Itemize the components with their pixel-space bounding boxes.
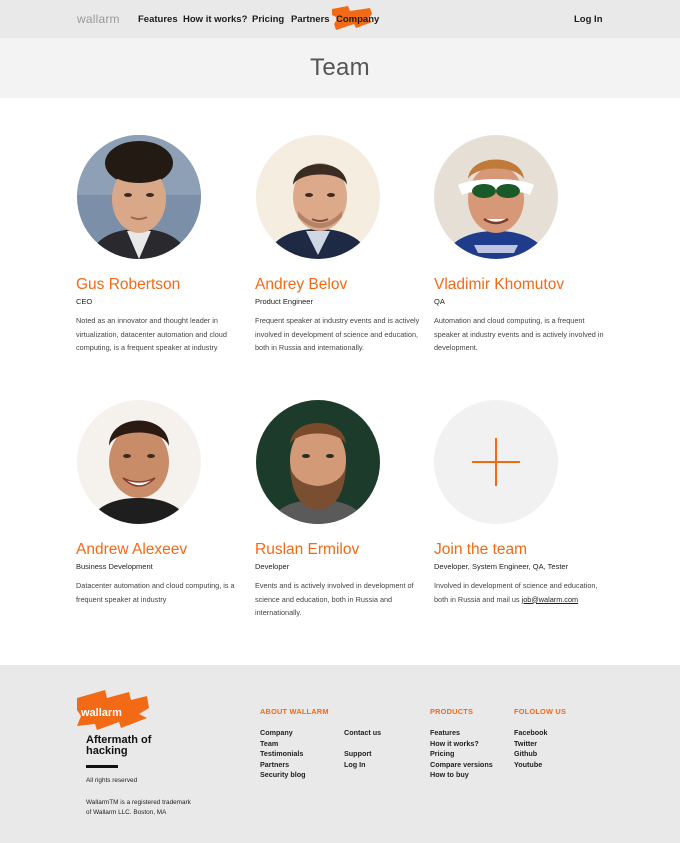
footer-link-pricing[interactable]: Pricing	[430, 749, 493, 760]
footer-link-how-to-buy[interactable]: How to buy	[430, 770, 493, 781]
team-member-role: Developer	[255, 562, 290, 571]
team-member-role: Business Development	[76, 562, 153, 571]
join-team-roles: Developer, System Engineer, QA, Tester	[434, 562, 569, 571]
nav-pricing[interactable]: Pricing	[252, 14, 284, 25]
footer-link-github[interactable]: Github	[514, 749, 548, 760]
team-member-photo	[256, 400, 380, 524]
team-member-name: Andrey Belov	[255, 276, 348, 293]
footer-logo-text: wallarm	[80, 707, 122, 719]
copyright-text: All rights reserved	[86, 777, 138, 784]
footer-link-how-it-works[interactable]: How it works?	[430, 739, 493, 750]
footer-divider	[86, 765, 118, 768]
footer-link-facebook[interactable]: Facebook	[514, 728, 548, 739]
tagline-line-2: hacking	[86, 745, 128, 757]
team-member-photo	[434, 135, 558, 259]
wallarm-logo[interactable]: wallarm	[77, 690, 149, 732]
brand-logo[interactable]: wallarm	[77, 12, 120, 26]
footer-spacer	[344, 739, 381, 750]
email-link[interactable]: job@walarm.com	[522, 595, 578, 604]
footer-link-login[interactable]: Log In	[344, 760, 381, 771]
team-member-bio: Datacenter automation and cloud computin…	[76, 581, 235, 604]
trademark-line-1: WallarmTM is a registered trademark	[86, 799, 191, 806]
team-member-name: Gus Robertson	[76, 276, 181, 293]
team-member-photo	[77, 135, 201, 259]
join-team-text: Involved in development of science and e…	[434, 579, 604, 606]
footer-link-support[interactable]: Support	[344, 749, 381, 760]
footer-about-list-2: Contact us Support Log In	[344, 728, 381, 770]
footer-link-contact[interactable]: Contact us	[344, 728, 381, 739]
team-member-name: Andrew Alexeev	[76, 541, 188, 558]
footer-products-list: Features How it works? Pricing Compare v…	[430, 728, 493, 781]
nav-features[interactable]: Features	[138, 14, 178, 25]
team-member-role: QA	[434, 297, 445, 306]
team-member-bio: Noted as an innovator and thought leader…	[76, 316, 227, 352]
footer-link-testimonials[interactable]: Testimonials	[260, 749, 306, 760]
footer-tagline: Aftermath of hacking	[86, 735, 151, 757]
footer-link-team[interactable]: Team	[260, 739, 306, 750]
team-member-bio: Frequent speaker at industry events and …	[255, 316, 420, 352]
team-member-photo	[77, 400, 201, 524]
trademark-line-2: of Wallarm LLC. Boston, MA	[86, 809, 167, 816]
footer-link-twitter[interactable]: Twitter	[514, 739, 548, 750]
nav-partners[interactable]: Partners	[291, 14, 330, 25]
footer-heading-about: ABOUT WALLARM	[260, 707, 329, 716]
nav-how-it-works[interactable]: How it works?	[183, 14, 247, 25]
team-member-role: Product Engineer	[255, 297, 313, 306]
footer-about-list: Company Team Testimonials Partners Secur…	[260, 728, 306, 781]
footer-link-security-blog[interactable]: Security blog	[260, 770, 306, 781]
team-member-bio: Automation and cloud computing, is a fre…	[434, 316, 604, 352]
trademark-text: WallarmTM is a registered trademark of W…	[86, 798, 191, 818]
footer-link-partners[interactable]: Partners	[260, 760, 306, 771]
footer-heading-follow: FOLOLOW US	[514, 707, 567, 716]
team-member-photo	[256, 135, 380, 259]
join-team-button[interactable]	[434, 400, 558, 524]
page-title: Team	[310, 54, 370, 81]
footer-link-youtube[interactable]: Youtube	[514, 760, 548, 771]
team-member-bio: Events and is actively involved in devel…	[255, 581, 414, 617]
team-member-role: CEO	[76, 297, 93, 306]
footer-link-company[interactable]: Company	[260, 728, 306, 739]
team-member-name: Vladimir Khomutov	[434, 276, 565, 293]
footer-link-features[interactable]: Features	[430, 728, 493, 739]
login-link[interactable]: Log In	[574, 14, 603, 25]
join-team-title[interactable]: Join the team	[434, 541, 527, 559]
team-member-name: Ruslan Ermilov	[255, 541, 360, 558]
nav-company[interactable]: Company	[336, 14, 379, 25]
plus-icon	[472, 438, 520, 486]
footer-heading-products: PRODUCTS	[430, 707, 474, 716]
footer-link-compare-versions[interactable]: Compare versions	[430, 760, 493, 771]
footer-follow-list: Facebook Twitter Github Youtube	[514, 728, 548, 770]
